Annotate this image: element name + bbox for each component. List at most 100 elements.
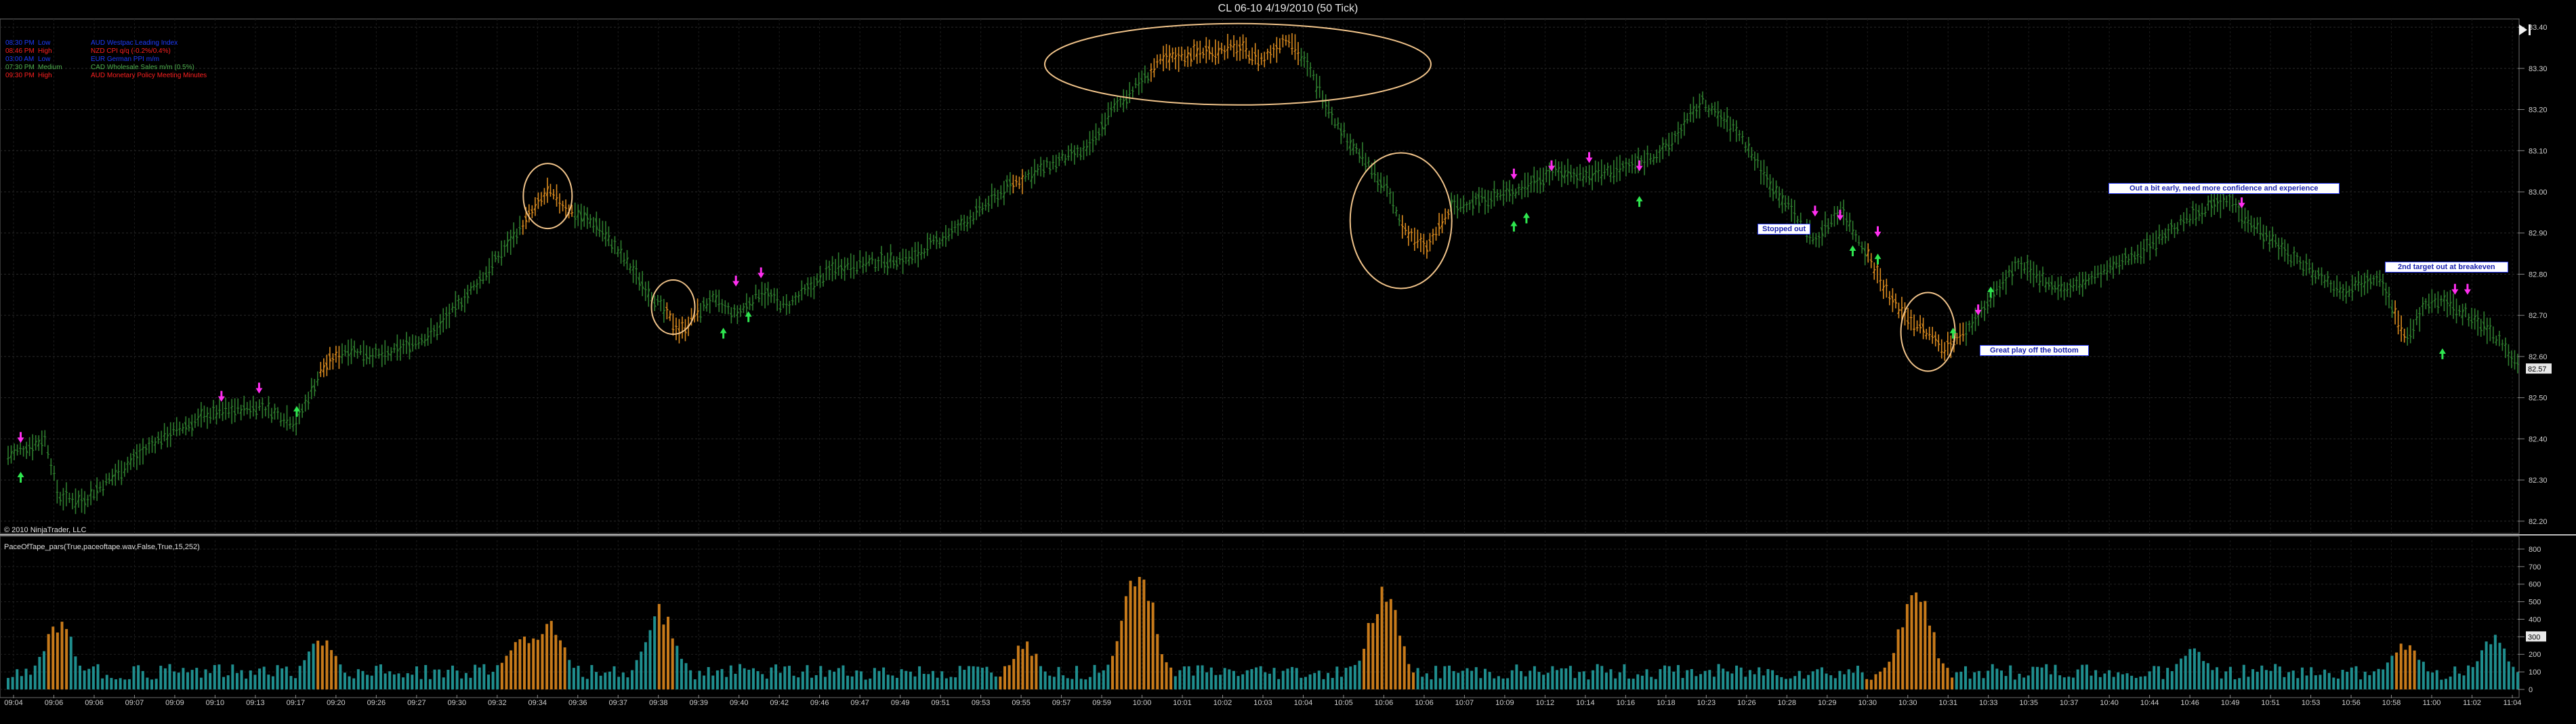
pace-bar [320,645,324,689]
pace-bar [1470,670,1474,689]
pace-bar [1052,677,1056,689]
pace-bar [2045,664,2048,689]
pace-bar [944,678,948,689]
pace-bar [379,664,382,689]
pace-bar [339,664,342,689]
time-tick-label: 09:42 [770,699,789,707]
pace-bar [1604,672,1608,689]
pace-bar [402,677,405,689]
pace-bar [1676,665,1680,689]
pace-bar [226,675,230,689]
pace-bar [442,677,445,689]
time-tick-label: 09:38 [649,699,668,707]
pace-bar [743,668,746,689]
pace-bar [1793,676,1797,689]
time-tick-label: 09:32 [488,699,507,707]
pace-bar [1888,662,1891,689]
pace-bar [16,669,19,689]
time-tick-label: 10:29 [1818,699,1837,707]
price-bar-tick [1741,136,1744,138]
price-bar-tick [1968,323,1971,325]
time-tick-label: 09:13 [246,699,265,707]
pace-bar [2480,650,2483,689]
pace-bar [2291,670,2295,689]
pace-bar [1932,632,1936,689]
pace-tick-label: 700 [2529,563,2541,571]
pace-bar [1367,623,1370,689]
price-chart[interactable]: 83.4083.3083.2083.1083.0082.9082.8082.70… [0,0,2576,724]
price-bar-tick [2117,265,2121,267]
price-bar-tick [788,304,791,306]
price-tick-label: 82.90 [2529,230,2548,238]
news-time: 08:30 PM [5,39,35,47]
pace-bar [1699,674,1703,689]
price-bar-tick [2099,273,2103,275]
pace-bar [2503,648,2506,689]
pace-bar [2274,664,2277,689]
pace-bar [909,671,912,689]
pace-bar [568,660,571,689]
price-bar-tick [1808,237,1812,238]
pace-bar [2094,670,2098,689]
copyright-text: © 2010 NinjaTrader, LLC [4,526,87,534]
price-bar-tick [1787,203,1790,205]
pace-bar [787,666,791,689]
pace-bar [985,666,989,689]
pace-bar [1825,673,1828,689]
news-text: NZD CPI q/q (-0.2%/0.4%) [91,47,171,55]
play-icon[interactable] [2518,23,2533,37]
pace-bar [1708,670,1711,689]
pace-bar [1654,679,1657,689]
pace-bar [1483,668,1487,689]
pace-bar [1277,679,1281,689]
pace-bar [38,657,41,689]
pace-bar [617,677,621,689]
pace-bar [631,670,634,689]
axes: 83.4083.3083.2083.1083.0082.9082.8082.70… [4,24,2552,707]
pace-bar [1829,675,1833,689]
pace-bar [877,670,881,689]
pace-bar [1245,670,1249,689]
pace-bar [451,665,454,689]
pace-bar [1730,673,1734,689]
price-bar-tick [19,447,22,449]
pace-bar [1910,595,1913,689]
price-tick-label: 82.40 [2529,435,2548,443]
pace-bar [761,674,764,689]
pace-bar [711,675,715,689]
pace-bar [1335,666,1339,689]
pace-bar [182,668,185,689]
pace-bar [1892,653,1895,689]
time-tick-label: 09:06 [45,699,64,707]
pace-bar [1457,672,1460,689]
price-bar-tick [1634,167,1637,169]
pace-bar [1151,602,1155,689]
pace-bar [2327,672,2331,689]
grid [0,18,2576,698]
pace-bar [1138,577,1141,689]
pace-bar [119,678,122,689]
news-text: AUD Monetary Policy Meeting Minutes [91,72,207,79]
pace-bar [1304,677,1307,689]
pace-bar [1623,664,1626,689]
price-bar-tick [1738,134,1741,136]
pace-bar [2368,675,2371,689]
pace-bar [2413,650,2416,689]
pace-bar [671,638,674,689]
price-bar-tick [2022,268,2027,270]
pace-bar [797,677,800,689]
sell-arrow-icon [2464,283,2471,295]
price-bar-tick [1213,56,1218,58]
pace-bar [1717,664,1720,689]
pace-bar [2386,662,2389,689]
pace-bar [1627,678,1631,689]
pace-bar [469,677,472,689]
pace-bar [698,670,701,689]
pace-bar [1232,670,1235,689]
pace-bar [1659,669,1662,689]
pace-bar [303,660,306,689]
pace-bar [2175,664,2178,689]
pace-bar [823,677,827,689]
pace-bar [356,669,360,689]
price-bar-tick [1995,289,1999,291]
